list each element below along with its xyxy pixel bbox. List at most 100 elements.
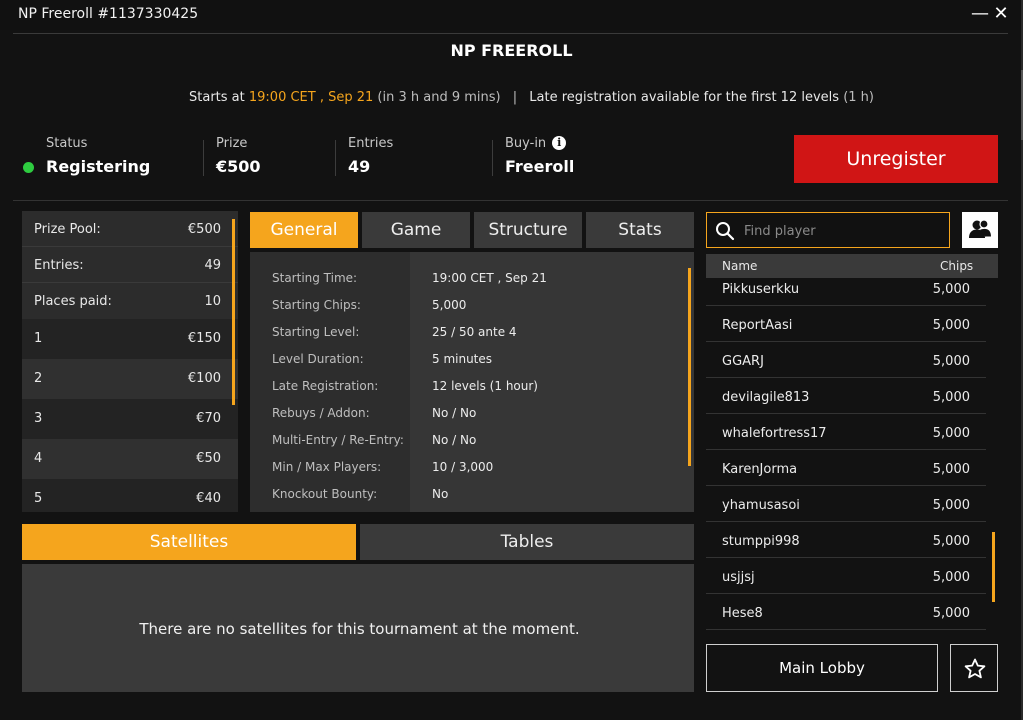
summary-value: 49 [204, 258, 221, 273]
col-chips-header[interactable]: Chips [940, 259, 973, 273]
window-title: NP Freeroll #1137330425 [18, 6, 199, 22]
player-name: stumppi998 [722, 534, 800, 549]
player-row[interactable]: ReportAasi 5,000 [706, 306, 986, 342]
entries-stat: Entries 49 [348, 136, 393, 176]
payout-amount: €100 [187, 371, 221, 386]
status-indicator-icon [23, 162, 34, 173]
late-reg-text: Late registration available for the firs… [529, 90, 840, 105]
player-chips: 5,000 [932, 426, 970, 441]
entries-label: Entries [348, 136, 394, 151]
payout-place: 3 [34, 411, 43, 426]
detail-value: 10 / 3,000 [432, 460, 494, 474]
detail-key: Starting Time: [272, 271, 358, 285]
payout-place: 1 [34, 331, 43, 346]
star-icon [964, 658, 986, 679]
players-scrollbar[interactable] [992, 532, 995, 602]
stat-divider [492, 140, 493, 176]
starts-prefix: Starts at [189, 90, 245, 105]
detail-value: 12 levels (1 hour) [432, 379, 538, 393]
countdown: (in 3 h and 9 mins) [377, 90, 501, 105]
prize-scrollbar[interactable] [232, 219, 235, 405]
player-row[interactable]: whalefortress17 5,000 [706, 414, 986, 450]
player-row[interactable]: devilagile813 5,000 [706, 378, 986, 414]
player-search[interactable] [706, 212, 950, 248]
player-row[interactable]: yhamusasoi 5,000 [706, 486, 986, 522]
payout-row: 1 €150 [22, 319, 238, 359]
players-list[interactable]: Pikkuserkku 5,000 ReportAasi 5,000 GGARJ… [706, 278, 998, 632]
tab-tables[interactable]: Tables [360, 524, 694, 560]
payout-place: 5 [34, 491, 43, 506]
tab-structure[interactable]: Structure [474, 212, 582, 248]
stat-divider [203, 140, 204, 176]
prize-pool-row: Prize Pool: €500 [22, 211, 238, 247]
prize-stat: Prize €500 [216, 136, 261, 176]
detail-value: No / No [432, 433, 477, 447]
player-chips: 5,000 [932, 282, 970, 297]
player-chips: 5,000 [932, 462, 970, 477]
player-name: yhamusasoi [722, 498, 800, 513]
detail-value: No [432, 487, 449, 501]
buyin-stat: Buy-in i Freeroll [505, 136, 574, 176]
tab-stats[interactable]: Stats [586, 212, 694, 248]
tab-general[interactable]: General [250, 212, 358, 248]
detail-value: 25 / 50 ante 4 [432, 325, 517, 339]
player-chips: 5,000 [932, 354, 970, 369]
satellites-empty-message: There are no satellites for this tournam… [139, 620, 580, 638]
minimize-button[interactable]: — [970, 4, 990, 24]
player-name: GGARJ [722, 354, 764, 369]
friends-button[interactable] [962, 212, 998, 248]
unregister-button[interactable]: Unregister [794, 135, 998, 183]
player-row[interactable]: Pikkuserkku 5,000 [706, 278, 986, 306]
tournament-name: NP FREEROLL [450, 41, 573, 60]
player-name: devilagile813 [722, 390, 810, 405]
payout-amount: €50 [196, 451, 221, 466]
player-chips: 5,000 [932, 606, 970, 621]
player-row[interactable]: usjjsj 5,000 [706, 558, 986, 594]
favorite-button[interactable] [950, 644, 998, 692]
general-details-panel[interactable]: Starting Time: 19:00 CET , Sep 21 Starti… [250, 252, 694, 512]
stat-divider [335, 140, 336, 176]
places-paid-row: Places paid: 10 [22, 283, 238, 319]
detail-key: Starting Level: [272, 325, 360, 339]
entries-row: Entries: 49 [22, 247, 238, 283]
search-icon [716, 222, 735, 241]
detail-value: 5,000 [432, 298, 467, 312]
summary-label: Places paid: [34, 294, 112, 309]
details-scrollbar[interactable] [688, 268, 691, 466]
tab-satellites[interactable]: Satellites [22, 524, 356, 560]
col-name-header[interactable]: Name [722, 259, 757, 273]
player-name: ReportAasi [722, 318, 793, 333]
title-bar: NP Freeroll #1137330425 — ✕ [0, 0, 1023, 30]
satellites-panel: There are no satellites for this tournam… [22, 564, 694, 692]
late-reg-duration: (1 h) [843, 90, 874, 105]
detail-value: No / No [432, 406, 477, 420]
search-input[interactable] [744, 221, 944, 241]
player-row[interactable]: KarenJorma 5,000 [706, 450, 986, 486]
player-name: usjjsj [722, 570, 755, 585]
start-info: Starts at 19:00 CET , Sep 21 (in 3 h and… [0, 90, 1023, 105]
player-chips: 5,000 [932, 570, 970, 585]
summary-value: 10 [204, 294, 221, 309]
entries-value: 49 [348, 157, 371, 176]
tab-game[interactable]: Game [362, 212, 470, 248]
buyin-value: Freeroll [505, 157, 575, 176]
payout-row: 4 €50 [22, 439, 238, 479]
payout-amount: €70 [196, 411, 221, 426]
prize-label: Prize [216, 136, 248, 151]
payout-row: 2 €100 [22, 359, 238, 399]
detail-key: Multi-Entry / Re-Entry: [272, 433, 404, 447]
prize-panel[interactable]: Prize Pool: €500 Entries: 49 Places paid… [22, 211, 238, 512]
detail-key: Level Duration: [272, 352, 364, 366]
player-row[interactable]: Hese8 5,000 [706, 594, 986, 630]
player-row[interactable]: GGARJ 5,000 [706, 342, 986, 378]
close-button[interactable]: ✕ [991, 4, 1011, 24]
payout-row: 3 €70 [22, 399, 238, 439]
detail-value: 19:00 CET , Sep 21 [432, 271, 547, 285]
player-row[interactable]: stumppi998 5,000 [706, 522, 986, 558]
info-icon[interactable]: i [552, 136, 567, 150]
summary-label: Entries: [34, 258, 84, 273]
main-lobby-button[interactable]: Main Lobby [706, 644, 938, 692]
player-chips: 5,000 [932, 534, 970, 549]
prize-value: €500 [216, 157, 261, 176]
summary-label: Prize Pool: [34, 222, 101, 237]
